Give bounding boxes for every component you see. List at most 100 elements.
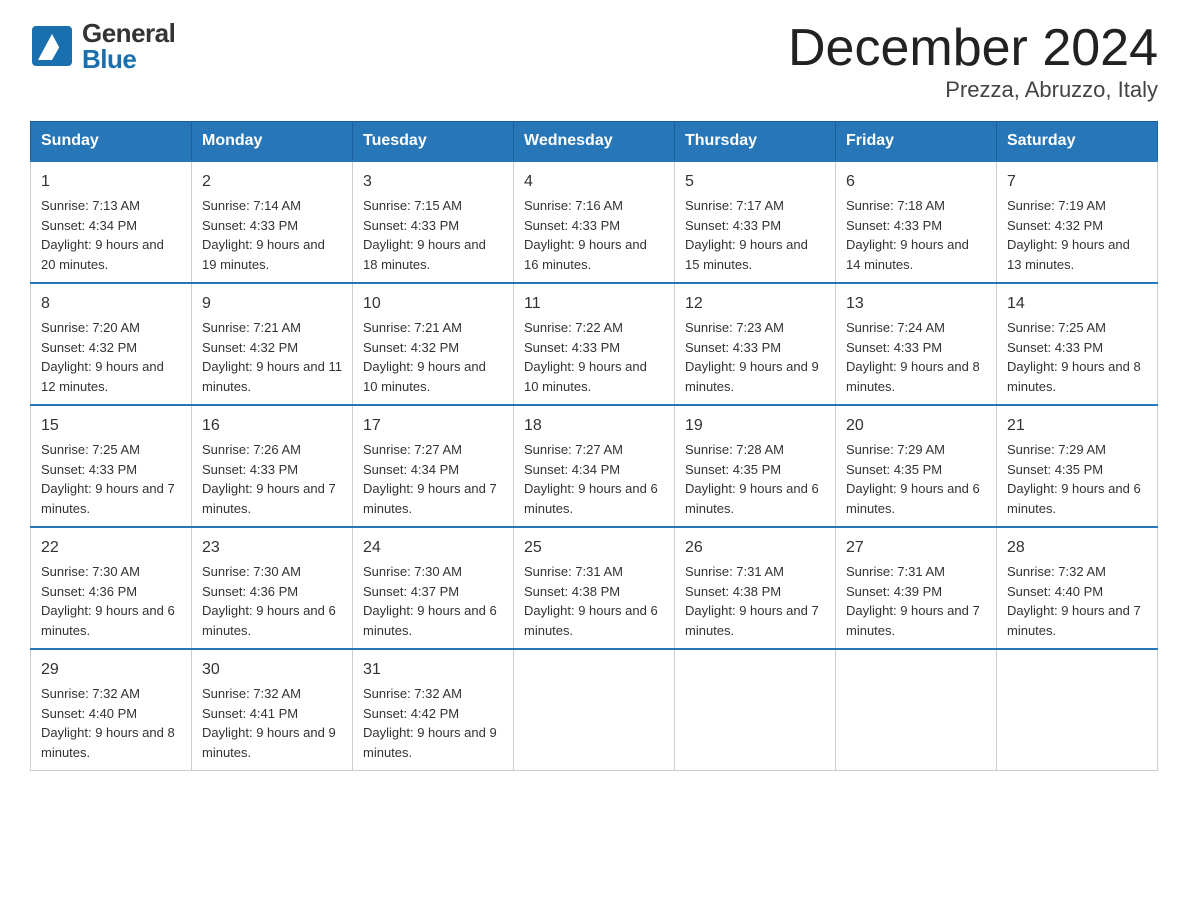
day-sunset: Sunset: 4:35 PM bbox=[685, 462, 781, 477]
day-sunrise: Sunrise: 7:25 AM bbox=[41, 442, 140, 457]
page-subtitle: Prezza, Abruzzo, Italy bbox=[788, 77, 1158, 103]
day-daylight: Daylight: 9 hours and 20 minutes. bbox=[41, 237, 164, 272]
day-daylight: Daylight: 9 hours and 7 minutes. bbox=[41, 481, 175, 516]
day-sunset: Sunset: 4:33 PM bbox=[524, 340, 620, 355]
calendar-day-cell: 26 Sunrise: 7:31 AM Sunset: 4:38 PM Dayl… bbox=[675, 527, 836, 649]
day-sunset: Sunset: 4:33 PM bbox=[846, 218, 942, 233]
day-number: 16 bbox=[202, 414, 342, 438]
day-sunset: Sunset: 4:33 PM bbox=[363, 218, 459, 233]
calendar-day-cell bbox=[675, 649, 836, 771]
day-sunrise: Sunrise: 7:32 AM bbox=[41, 686, 140, 701]
day-sunset: Sunset: 4:32 PM bbox=[41, 340, 137, 355]
day-number: 12 bbox=[685, 292, 825, 316]
calendar-day-header: Saturday bbox=[997, 122, 1158, 162]
day-number: 30 bbox=[202, 658, 342, 682]
calendar-day-cell: 9 Sunrise: 7:21 AM Sunset: 4:32 PM Dayli… bbox=[192, 283, 353, 405]
day-daylight: Daylight: 9 hours and 16 minutes. bbox=[524, 237, 647, 272]
calendar-day-cell: 31 Sunrise: 7:32 AM Sunset: 4:42 PM Dayl… bbox=[353, 649, 514, 771]
day-sunset: Sunset: 4:34 PM bbox=[41, 218, 137, 233]
day-number: 22 bbox=[41, 536, 181, 560]
day-sunset: Sunset: 4:33 PM bbox=[685, 340, 781, 355]
calendar-day-cell bbox=[836, 649, 997, 771]
day-sunset: Sunset: 4:33 PM bbox=[1007, 340, 1103, 355]
day-daylight: Daylight: 9 hours and 18 minutes. bbox=[363, 237, 486, 272]
calendar-day-cell: 5 Sunrise: 7:17 AM Sunset: 4:33 PM Dayli… bbox=[675, 161, 836, 283]
day-daylight: Daylight: 9 hours and 12 minutes. bbox=[41, 359, 164, 394]
day-sunset: Sunset: 4:36 PM bbox=[41, 584, 137, 599]
day-sunset: Sunset: 4:36 PM bbox=[202, 584, 298, 599]
day-sunrise: Sunrise: 7:21 AM bbox=[202, 320, 301, 335]
logo: General Blue bbox=[30, 20, 175, 72]
day-number: 14 bbox=[1007, 292, 1147, 316]
day-daylight: Daylight: 9 hours and 6 minutes. bbox=[41, 603, 175, 638]
day-number: 24 bbox=[363, 536, 503, 560]
day-sunrise: Sunrise: 7:20 AM bbox=[41, 320, 140, 335]
day-sunset: Sunset: 4:32 PM bbox=[202, 340, 298, 355]
logo-text-blue: Blue bbox=[82, 46, 175, 72]
calendar-day-cell bbox=[514, 649, 675, 771]
day-daylight: Daylight: 9 hours and 7 minutes. bbox=[202, 481, 336, 516]
calendar-day-cell: 15 Sunrise: 7:25 AM Sunset: 4:33 PM Dayl… bbox=[31, 405, 192, 527]
calendar-day-cell bbox=[997, 649, 1158, 771]
day-sunset: Sunset: 4:34 PM bbox=[363, 462, 459, 477]
day-sunrise: Sunrise: 7:23 AM bbox=[685, 320, 784, 335]
day-sunset: Sunset: 4:40 PM bbox=[41, 706, 137, 721]
day-sunrise: Sunrise: 7:30 AM bbox=[202, 564, 301, 579]
day-daylight: Daylight: 9 hours and 8 minutes. bbox=[846, 359, 980, 394]
calendar-day-cell: 11 Sunrise: 7:22 AM Sunset: 4:33 PM Dayl… bbox=[514, 283, 675, 405]
day-sunset: Sunset: 4:33 PM bbox=[202, 218, 298, 233]
day-number: 10 bbox=[363, 292, 503, 316]
day-sunrise: Sunrise: 7:16 AM bbox=[524, 198, 623, 213]
day-sunrise: Sunrise: 7:27 AM bbox=[363, 442, 462, 457]
day-number: 27 bbox=[846, 536, 986, 560]
day-daylight: Daylight: 9 hours and 8 minutes. bbox=[41, 725, 175, 760]
page-header: General Blue December 2024 Prezza, Abruz… bbox=[30, 20, 1158, 103]
calendar-day-cell: 19 Sunrise: 7:28 AM Sunset: 4:35 PM Dayl… bbox=[675, 405, 836, 527]
day-sunrise: Sunrise: 7:15 AM bbox=[363, 198, 462, 213]
calendar-day-cell: 24 Sunrise: 7:30 AM Sunset: 4:37 PM Dayl… bbox=[353, 527, 514, 649]
calendar-day-cell: 13 Sunrise: 7:24 AM Sunset: 4:33 PM Dayl… bbox=[836, 283, 997, 405]
calendar-day-header: Thursday bbox=[675, 122, 836, 162]
day-sunrise: Sunrise: 7:17 AM bbox=[685, 198, 784, 213]
day-number: 15 bbox=[41, 414, 181, 438]
calendar-day-header: Tuesday bbox=[353, 122, 514, 162]
day-number: 3 bbox=[363, 170, 503, 194]
title-area: December 2024 Prezza, Abruzzo, Italy bbox=[788, 20, 1158, 103]
day-daylight: Daylight: 9 hours and 6 minutes. bbox=[1007, 481, 1141, 516]
day-sunset: Sunset: 4:38 PM bbox=[685, 584, 781, 599]
day-sunrise: Sunrise: 7:30 AM bbox=[41, 564, 140, 579]
day-sunset: Sunset: 4:32 PM bbox=[363, 340, 459, 355]
day-daylight: Daylight: 9 hours and 15 minutes. bbox=[685, 237, 808, 272]
day-number: 25 bbox=[524, 536, 664, 560]
day-sunrise: Sunrise: 7:13 AM bbox=[41, 198, 140, 213]
logo-icon bbox=[30, 24, 74, 68]
day-number: 6 bbox=[846, 170, 986, 194]
day-number: 7 bbox=[1007, 170, 1147, 194]
day-number: 2 bbox=[202, 170, 342, 194]
calendar-day-cell: 8 Sunrise: 7:20 AM Sunset: 4:32 PM Dayli… bbox=[31, 283, 192, 405]
calendar-table: SundayMondayTuesdayWednesdayThursdayFrid… bbox=[30, 121, 1158, 771]
day-number: 1 bbox=[41, 170, 181, 194]
day-sunrise: Sunrise: 7:27 AM bbox=[524, 442, 623, 457]
calendar-day-cell: 18 Sunrise: 7:27 AM Sunset: 4:34 PM Dayl… bbox=[514, 405, 675, 527]
day-sunset: Sunset: 4:34 PM bbox=[524, 462, 620, 477]
day-number: 9 bbox=[202, 292, 342, 316]
day-number: 26 bbox=[685, 536, 825, 560]
calendar-day-cell: 14 Sunrise: 7:25 AM Sunset: 4:33 PM Dayl… bbox=[997, 283, 1158, 405]
day-number: 17 bbox=[363, 414, 503, 438]
day-sunset: Sunset: 4:33 PM bbox=[202, 462, 298, 477]
day-sunset: Sunset: 4:33 PM bbox=[846, 340, 942, 355]
day-number: 28 bbox=[1007, 536, 1147, 560]
day-sunset: Sunset: 4:39 PM bbox=[846, 584, 942, 599]
day-daylight: Daylight: 9 hours and 7 minutes. bbox=[685, 603, 819, 638]
day-sunrise: Sunrise: 7:14 AM bbox=[202, 198, 301, 213]
calendar-day-cell: 17 Sunrise: 7:27 AM Sunset: 4:34 PM Dayl… bbox=[353, 405, 514, 527]
calendar-day-cell: 20 Sunrise: 7:29 AM Sunset: 4:35 PM Dayl… bbox=[836, 405, 997, 527]
day-daylight: Daylight: 9 hours and 10 minutes. bbox=[524, 359, 647, 394]
day-sunset: Sunset: 4:33 PM bbox=[524, 218, 620, 233]
calendar-week-row: 22 Sunrise: 7:30 AM Sunset: 4:36 PM Dayl… bbox=[31, 527, 1158, 649]
day-sunset: Sunset: 4:35 PM bbox=[1007, 462, 1103, 477]
day-sunset: Sunset: 4:42 PM bbox=[363, 706, 459, 721]
day-daylight: Daylight: 9 hours and 7 minutes. bbox=[363, 481, 497, 516]
calendar-day-cell: 23 Sunrise: 7:30 AM Sunset: 4:36 PM Dayl… bbox=[192, 527, 353, 649]
